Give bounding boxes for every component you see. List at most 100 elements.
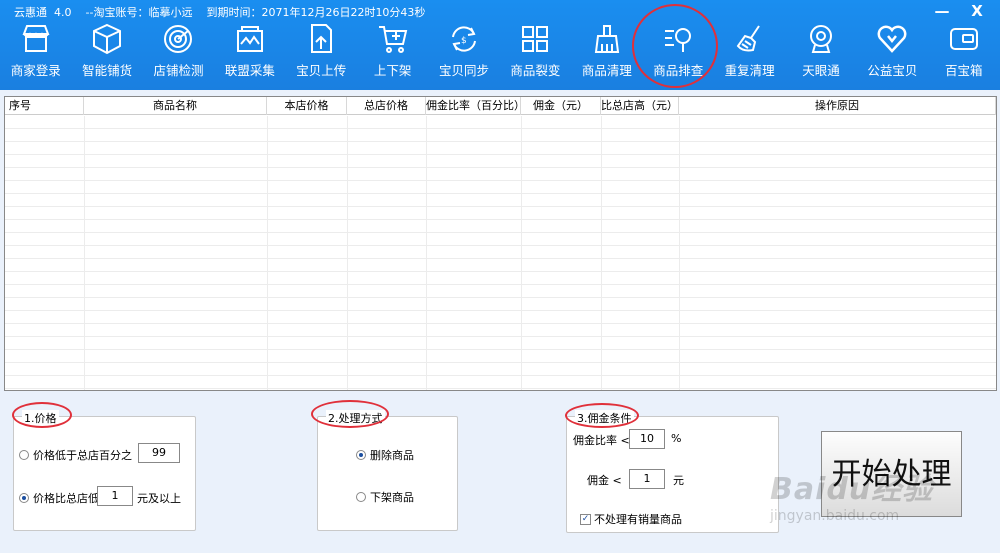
col-header[interactable]: 序号 (5, 97, 84, 115)
close-button[interactable]: X (966, 2, 988, 20)
tool-charity-item[interactable]: 公益宝贝 (857, 20, 928, 84)
column-line (521, 116, 522, 390)
radio-label: 价格低于总店百分之 (33, 449, 132, 462)
column-line (426, 116, 427, 390)
minimize-button[interactable]: — (931, 2, 953, 20)
tool-label: 智能铺货 (82, 63, 133, 78)
tool-union-collect[interactable]: 联盟采集 (214, 20, 285, 84)
tool-label: 商品清理 (581, 63, 632, 78)
price-amount-input[interactable]: 1 (97, 486, 133, 506)
upload-icon (311, 24, 333, 53)
price-group-title: 1.价格 (22, 410, 59, 426)
radio-label: 删除商品 (370, 449, 414, 462)
skip-sold-items-checkbox[interactable]: ✓ 不处理有销量商品 (580, 511, 682, 527)
rate-unit: % (671, 432, 682, 445)
method-group: 2.处理方式 删除商品 下架商品 (317, 410, 458, 531)
broom-icon (736, 25, 760, 52)
camera-icon (809, 25, 832, 53)
radio-button[interactable] (19, 493, 29, 503)
tool-label: 重复清理 (724, 63, 775, 78)
heart-icon (877, 25, 907, 53)
tool-item-cleanup[interactable]: 商品清理 (571, 20, 642, 84)
col-header[interactable]: 佣金比率（百分比） (426, 97, 521, 115)
column-line (267, 116, 268, 390)
column-line (347, 116, 348, 390)
radio-button[interactable] (19, 450, 29, 460)
sync-icon: $ (452, 26, 477, 52)
price-amount-suffix: 元及以上 (137, 492, 181, 505)
grid-icon (522, 26, 549, 52)
radio-button[interactable] (356, 492, 366, 502)
column-line (84, 116, 85, 390)
radio-button[interactable] (356, 450, 366, 460)
col-header[interactable]: 佣金（元） (521, 97, 601, 115)
tool-sky-eye[interactable]: 天眼通 (785, 20, 856, 84)
radio-label: 价格比总店低 (33, 492, 99, 505)
watermark-url: jingyan.baidu.com (770, 508, 900, 524)
rate-input[interactable]: 10 (629, 429, 665, 449)
column-line (601, 116, 602, 390)
checkbox-label: 不处理有销量商品 (594, 513, 682, 526)
col-header[interactable]: 本店价格 (267, 97, 347, 115)
tool-label: 商品排查 (653, 63, 704, 78)
app-name: 云惠通 4.0 (14, 6, 72, 19)
price-percent-input[interactable]: 99 (138, 443, 180, 463)
card-icon (949, 28, 978, 50)
tool-label: 百宝箱 (945, 63, 983, 78)
tool-label: 宝贝同步 (439, 63, 490, 78)
table-header: 序号 商品名称 本店价格 总店价格 佣金比率（百分比） 佣金（元） 比总店高（元… (5, 97, 996, 115)
col-header[interactable]: 总店价格 (347, 97, 426, 115)
tool-item-fission[interactable]: 商品裂变 (500, 20, 571, 84)
main-toolbar: 商家登录 智能铺货 店铺检测 联盟采集 宝贝上传 上下架 $ 宝贝同步 商品裂变 (0, 20, 1000, 84)
radar-icon (164, 25, 193, 53)
tool-treasure-box[interactable]: 百宝箱 (928, 20, 999, 84)
tool-item-inspect[interactable]: 商品排查 (643, 20, 714, 84)
cart-icon (378, 26, 407, 53)
commission-group-title: 3.佣金条件 (575, 410, 634, 426)
rate-label: 佣金比率 < (573, 434, 630, 447)
collect-icon (236, 26, 263, 52)
method-option-unlist[interactable]: 下架商品 (356, 489, 414, 505)
results-table[interactable]: 序号 商品名称 本店价格 总店价格 佣金比率（百分比） 佣金（元） 比总店高（元… (4, 96, 997, 391)
tool-duplicate-cleanup[interactable]: 重复清理 (714, 20, 785, 84)
tool-item-upload[interactable]: 宝贝上传 (286, 20, 357, 84)
price-option-amount[interactable]: 价格比总店低 (19, 490, 99, 506)
radio-label: 下架商品 (370, 491, 414, 504)
method-group-title: 2.处理方式 (326, 410, 385, 426)
tool-label: 天眼通 (802, 63, 840, 78)
price-group: 1.价格 价格低于总店百分之 99 价格比总店低 1 元及以上 (13, 410, 196, 531)
shop-icon (22, 25, 50, 52)
tool-label: 公益宝贝 (867, 63, 918, 78)
tool-label: 联盟采集 (224, 63, 275, 78)
title-line: 云惠通 4.0 --淘宝账号：临摹小远 到期时间：2071年12月26日22时10分… (14, 4, 439, 19)
search-list-icon (665, 28, 692, 52)
tool-store-check[interactable]: 店铺检测 (143, 20, 214, 84)
col-header[interactable]: 比总店高（元） (601, 97, 679, 115)
tool-on-off-shelf[interactable]: 上下架 (357, 20, 428, 84)
amount-label: 佣金 < (587, 474, 622, 487)
commission-group: 3.佣金条件 佣金比率 < 10 % 佣金 < 1 元 ✓ 不处理有销量商品 (566, 410, 779, 533)
tool-shop-login[interactable]: 商家登录 (0, 20, 71, 84)
table-body (5, 116, 996, 390)
watermark: Baidu经验 (770, 472, 934, 507)
amount-input[interactable]: 1 (629, 469, 665, 489)
col-header[interactable]: 商品名称 (84, 97, 267, 115)
tool-item-sync[interactable]: $ 宝贝同步 (428, 20, 499, 84)
method-option-delete[interactable]: 删除商品 (356, 447, 414, 463)
top-toolbar-area: 云惠通 4.0 --淘宝账号：临摹小远 到期时间：2071年12月26日22时10分… (0, 0, 1000, 90)
amount-unit: 元 (673, 474, 684, 487)
svg-text:$: $ (461, 36, 467, 46)
expire-info: 到期时间：2071年12月26日22时10分43秒 (206, 6, 426, 19)
box-icon (93, 23, 122, 55)
checkbox[interactable]: ✓ (580, 513, 591, 525)
tool-label: 宝贝上传 (296, 63, 347, 78)
col-header[interactable]: 操作原因 (679, 97, 996, 115)
tool-smart-listing[interactable]: 智能铺货 (71, 20, 142, 84)
price-option-percent[interactable]: 价格低于总店百分之 (19, 447, 132, 463)
tool-label: 商品裂变 (510, 63, 561, 78)
column-line (679, 116, 680, 390)
tool-label: 上下架 (373, 63, 412, 78)
brush-icon (594, 25, 619, 53)
tool-label: 商家登录 (10, 63, 61, 78)
account-info: --淘宝账号：临摹小远 (85, 6, 193, 19)
